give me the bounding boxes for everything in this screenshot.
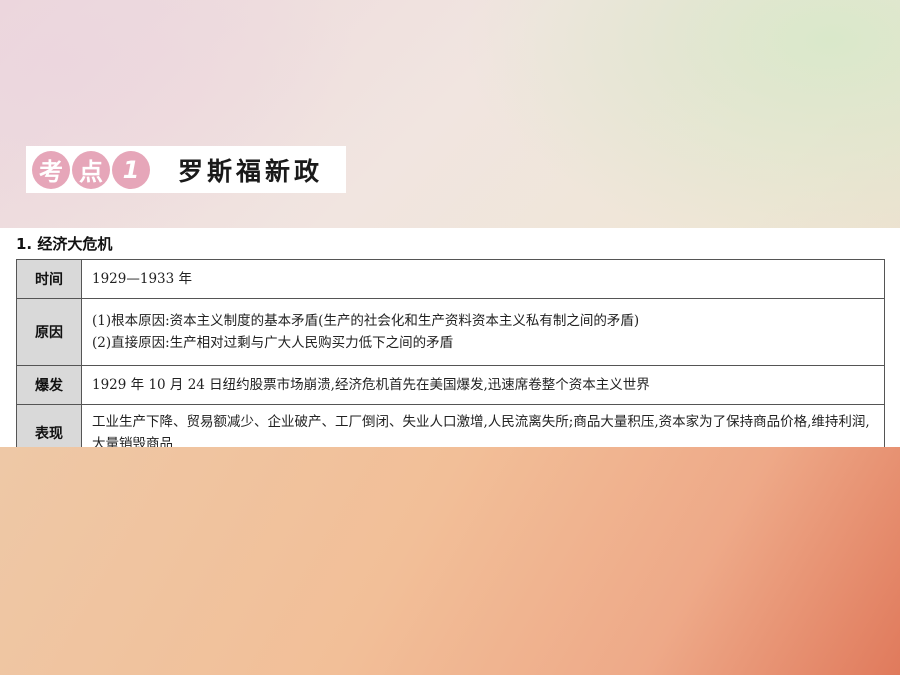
row-label: 时间	[16, 259, 82, 299]
content-line: 1929 年 10 月 24 日纽约股票市场崩溃,经济危机首先在美国爆发,迅速席…	[92, 377, 650, 393]
content-line: 工业生产下降、贸易额减少、企业破产、工厂倒闭、失业人口激增,人民流离失所;商品大…	[92, 414, 870, 447]
content-line: (2)直接原因:生产相对过剩与广大人民购买力低下之间的矛盾	[92, 335, 454, 351]
topic-number-badge: 1	[112, 150, 150, 189]
background-lower	[0, 447, 900, 675]
crisis-table: 时间 1929—1933 年 原因 (1)根本原因:资本主义制度的基本矛盾(生产…	[16, 259, 885, 447]
dian-badge: 点	[72, 150, 110, 189]
row-content: (1)根本原因:资本主义制度的基本矛盾(生产的社会化和生产资料资本主义私有制之间…	[81, 298, 885, 366]
content-line: (1)根本原因:资本主义制度的基本矛盾(生产的社会化和生产资料资本主义私有制之间…	[92, 313, 640, 329]
table-row: 表现 工业生产下降、贸易额减少、企业破产、工厂倒闭、失业人口激增,人民流离失所;…	[16, 404, 885, 447]
row-label: 爆发	[16, 365, 82, 405]
table-row: 原因 (1)根本原因:资本主义制度的基本矛盾(生产的社会化和生产资料资本主义私有…	[16, 298, 885, 366]
section-title: 1. 经济大危机	[16, 235, 113, 253]
row-content: 1929—1933 年	[81, 259, 885, 299]
document-page: 1. 经济大危机 时间 1929—1933 年 原因 (1)根本原因:资本主义制…	[0, 228, 900, 447]
table-row: 爆发 1929 年 10 月 24 日纽约股票市场崩溃,经济危机首先在美国爆发,…	[16, 365, 885, 405]
row-content: 工业生产下降、贸易额减少、企业破产、工厂倒闭、失业人口激增,人民流离失所;商品大…	[81, 404, 885, 447]
row-label: 原因	[16, 298, 82, 366]
row-label: 表现	[16, 404, 82, 447]
topic-heading: 考 点 1 罗斯福新政	[26, 146, 346, 193]
kao-badge: 考	[32, 150, 70, 189]
content-line: 1929—1933 年	[92, 271, 193, 287]
table-row: 时间 1929—1933 年	[16, 259, 885, 299]
row-content: 1929 年 10 月 24 日纽约股票市场崩溃,经济危机首先在美国爆发,迅速席…	[81, 365, 885, 405]
topic-title: 罗斯福新政	[178, 156, 324, 186]
